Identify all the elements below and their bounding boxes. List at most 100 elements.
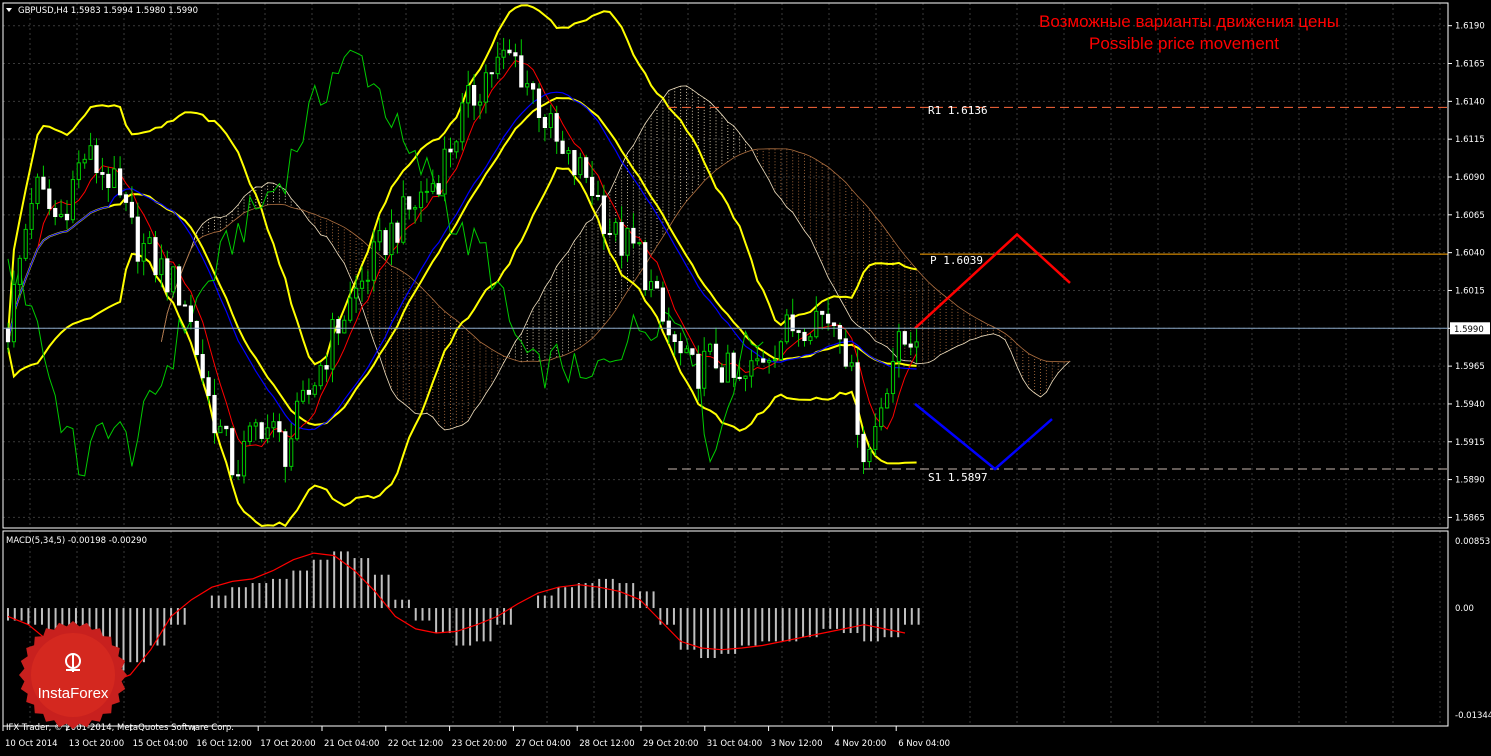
bear-candle bbox=[519, 55, 524, 88]
bear-candle bbox=[572, 150, 577, 176]
bear-candle bbox=[908, 343, 913, 348]
price-tick-label: 1.6040 bbox=[1455, 249, 1485, 259]
bear-candle bbox=[531, 83, 536, 90]
bear-candle bbox=[584, 157, 589, 178]
bear-candle bbox=[383, 230, 388, 256]
bear-candle bbox=[631, 227, 636, 244]
bear-candle bbox=[106, 173, 111, 189]
bull-candle bbox=[389, 222, 394, 256]
bear-candle bbox=[513, 52, 518, 57]
time-tick-label: 22 Oct 12:00 bbox=[388, 739, 443, 749]
logo-text: InstaForex bbox=[38, 685, 109, 702]
bear-candle bbox=[200, 354, 205, 379]
bull-candle bbox=[365, 279, 370, 282]
bear-candle bbox=[826, 313, 831, 324]
pivot-label: P 1.6039 bbox=[930, 254, 983, 267]
bull-candle bbox=[418, 191, 424, 209]
scenario-down-path bbox=[914, 402, 1053, 471]
bull-candle bbox=[442, 148, 447, 195]
time-tick-label: 16 Oct 12:00 bbox=[196, 739, 251, 749]
bull-candle bbox=[300, 389, 306, 402]
bear-candle bbox=[206, 377, 211, 396]
bear-candle bbox=[336, 319, 341, 334]
symbol-header: GBPUSD,H4 1.5983 1.5994 1.5980 1.5990 bbox=[18, 6, 198, 16]
bull-candle bbox=[348, 297, 353, 321]
bull-candle bbox=[359, 280, 365, 289]
bear-candle bbox=[283, 431, 288, 467]
time-tick-label: 21 Oct 04:00 bbox=[324, 739, 379, 749]
bear-candle bbox=[536, 88, 542, 119]
bull-candle bbox=[778, 341, 783, 361]
bear-candle bbox=[472, 85, 477, 106]
bear-candle bbox=[542, 117, 547, 128]
bear-candle bbox=[188, 305, 194, 322]
bear-candle bbox=[224, 425, 229, 430]
bull-candle bbox=[59, 213, 64, 217]
price-tick-label: 1.6115 bbox=[1455, 135, 1485, 145]
bear-candle bbox=[436, 183, 441, 195]
time-tick-label: 15 Oct 04:00 bbox=[133, 739, 188, 749]
bull-candle bbox=[147, 237, 152, 244]
bull-candle bbox=[885, 393, 890, 409]
bear-candle bbox=[5, 327, 11, 343]
time-tick-label: 29 Oct 20:00 bbox=[643, 739, 698, 749]
bear-candle bbox=[324, 365, 329, 370]
bull-candle bbox=[873, 426, 878, 450]
bull-candle bbox=[29, 203, 34, 230]
bear-candle bbox=[507, 49, 512, 54]
bear-candle bbox=[236, 474, 241, 477]
bear-candle bbox=[696, 353, 701, 389]
price-tick-label: 1.6015 bbox=[1455, 286, 1485, 296]
bull-candle bbox=[501, 49, 506, 58]
bull-candle bbox=[755, 358, 760, 362]
bull-candle bbox=[772, 359, 778, 362]
bull-candle bbox=[218, 425, 223, 434]
time-tick-label: 6 Nov 04:00 bbox=[898, 739, 950, 749]
bear-candle bbox=[843, 338, 848, 367]
bear-candle bbox=[177, 266, 182, 306]
macd-panel-frame bbox=[2, 530, 1449, 727]
bull-candle bbox=[247, 425, 253, 442]
bull-candle bbox=[11, 284, 17, 343]
bull-candle bbox=[525, 83, 530, 88]
bull-candle bbox=[548, 113, 553, 128]
bull-candle bbox=[70, 179, 76, 221]
candles bbox=[5, 37, 919, 484]
price-tick-label: 1.5890 bbox=[1455, 476, 1485, 486]
bull-candle bbox=[424, 190, 429, 193]
bear-candle bbox=[831, 322, 837, 327]
bull-candle bbox=[377, 230, 382, 243]
bear-candle bbox=[820, 310, 825, 315]
bull-candle bbox=[413, 207, 418, 210]
price-tick-label: 1.6140 bbox=[1455, 97, 1485, 107]
bear-candle bbox=[737, 376, 742, 380]
time-tick-label: 17 Oct 20:00 bbox=[260, 739, 315, 749]
bear-candle bbox=[619, 222, 624, 256]
price-tick-label: 1.6065 bbox=[1455, 211, 1485, 221]
bear-candle bbox=[855, 362, 860, 435]
bollinger-upper bbox=[7, 4, 917, 366]
bull-candle bbox=[82, 158, 87, 164]
bull-candle bbox=[495, 56, 500, 75]
bull-candle bbox=[318, 365, 323, 387]
menu-triangle-icon[interactable] bbox=[6, 8, 12, 12]
bull-candle bbox=[808, 336, 813, 342]
time-tick-label: 23 Oct 20:00 bbox=[452, 739, 507, 749]
bear-candle bbox=[731, 352, 736, 378]
annotation-ru: Возможные варианты движения цены bbox=[1039, 12, 1339, 31]
bull-candle bbox=[271, 421, 276, 429]
bear-candle bbox=[230, 428, 235, 476]
bull-candle bbox=[743, 375, 748, 380]
price-tick-label: 1.6190 bbox=[1455, 22, 1485, 32]
main-panel-frame bbox=[2, 2, 1449, 529]
bear-candle bbox=[690, 348, 695, 355]
bull-candle bbox=[401, 196, 406, 243]
bear-candle bbox=[212, 394, 217, 434]
bull-candle bbox=[814, 310, 819, 338]
bull-candle bbox=[725, 352, 730, 383]
price-tick-label: 1.6165 bbox=[1455, 60, 1485, 70]
price-tick-label: 1.5940 bbox=[1455, 400, 1485, 410]
bear-candle bbox=[41, 176, 46, 190]
bear-candle bbox=[607, 232, 612, 235]
bear-candle bbox=[407, 196, 412, 210]
